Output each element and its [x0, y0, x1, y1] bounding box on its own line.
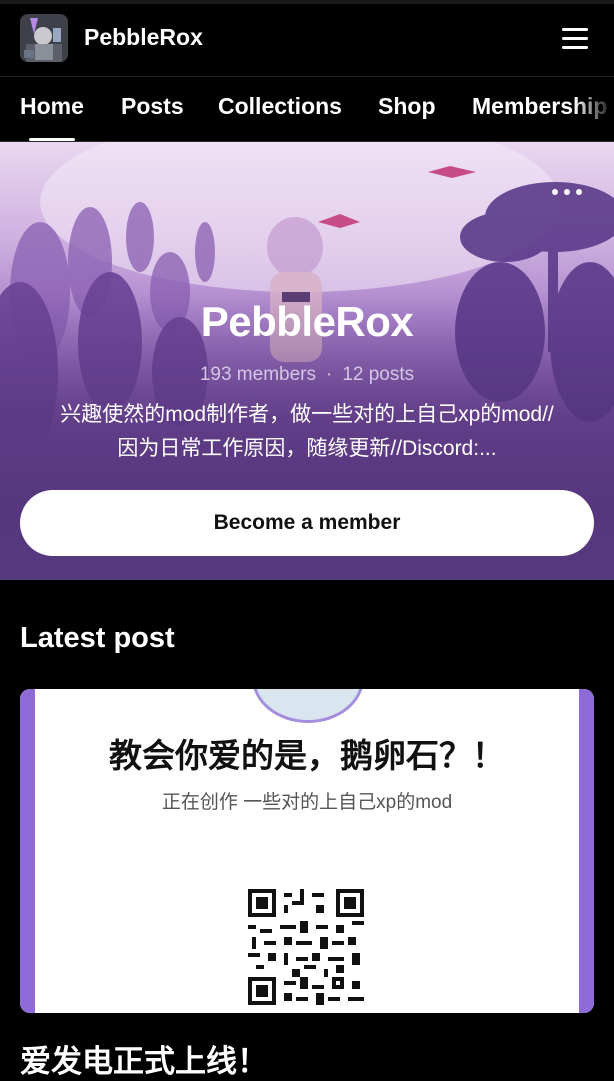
creator-about[interactable]: 兴趣使然的mod制作者，做一些对的上自己xp的mod// 因为日常工作原因，随缘…	[18, 398, 596, 466]
latest-post-image[interactable]: 教会你爱的是，鹅卵石？！ 正在创作 一些对的上自己xp的mod	[20, 689, 594, 1013]
top-bar: PebbleRox	[0, 4, 614, 77]
nav-scroll-fade	[574, 77, 614, 141]
creator-name-header[interactable]: PebbleRox	[84, 24, 203, 51]
stats-separator: ·	[326, 364, 333, 385]
tab-home[interactable]: Home	[20, 93, 84, 120]
member-count: 193 members	[199, 364, 316, 385]
latest-post-heading: Latest post	[20, 622, 175, 654]
creator-stats: 193 members · 12 posts	[0, 364, 614, 386]
latest-post-title[interactable]: 爱发电正式上线！	[20, 1036, 268, 1081]
creator-avatar[interactable]	[20, 14, 68, 62]
become-member-button[interactable]: Become a member	[20, 490, 594, 556]
image-subtitle: 正在创作 一些对的上自己xp的mod	[161, 792, 453, 813]
image-avatar-circle	[252, 689, 364, 723]
hamburger-menu-icon[interactable]	[556, 20, 596, 56]
about-line-2: 因为日常工作原因，随缘更新//Discord:...	[117, 437, 497, 460]
creator-name-title: PebbleRox	[200, 298, 414, 345]
image-headline: 教会你爱的是，鹅卵石？！	[109, 737, 505, 774]
creator-nav-tabs: Home Posts Collections Shop Membership	[0, 77, 614, 142]
tab-posts[interactable]: Posts	[121, 93, 184, 120]
qr-code-icon	[248, 889, 364, 1005]
about-line-1: 兴趣使然的mod制作者，做一些对的上自己xp的mod//	[60, 403, 554, 426]
post-count: 12 posts	[342, 364, 415, 385]
more-dots-icon[interactable]	[548, 184, 586, 200]
active-tab-indicator	[29, 138, 75, 141]
tab-shop[interactable]: Shop	[378, 93, 436, 120]
creator-hero-banner: PebbleRox 193 members · 12 posts 兴趣使然的mod制…	[0, 142, 614, 580]
tab-collections[interactable]: Collections	[218, 93, 342, 120]
